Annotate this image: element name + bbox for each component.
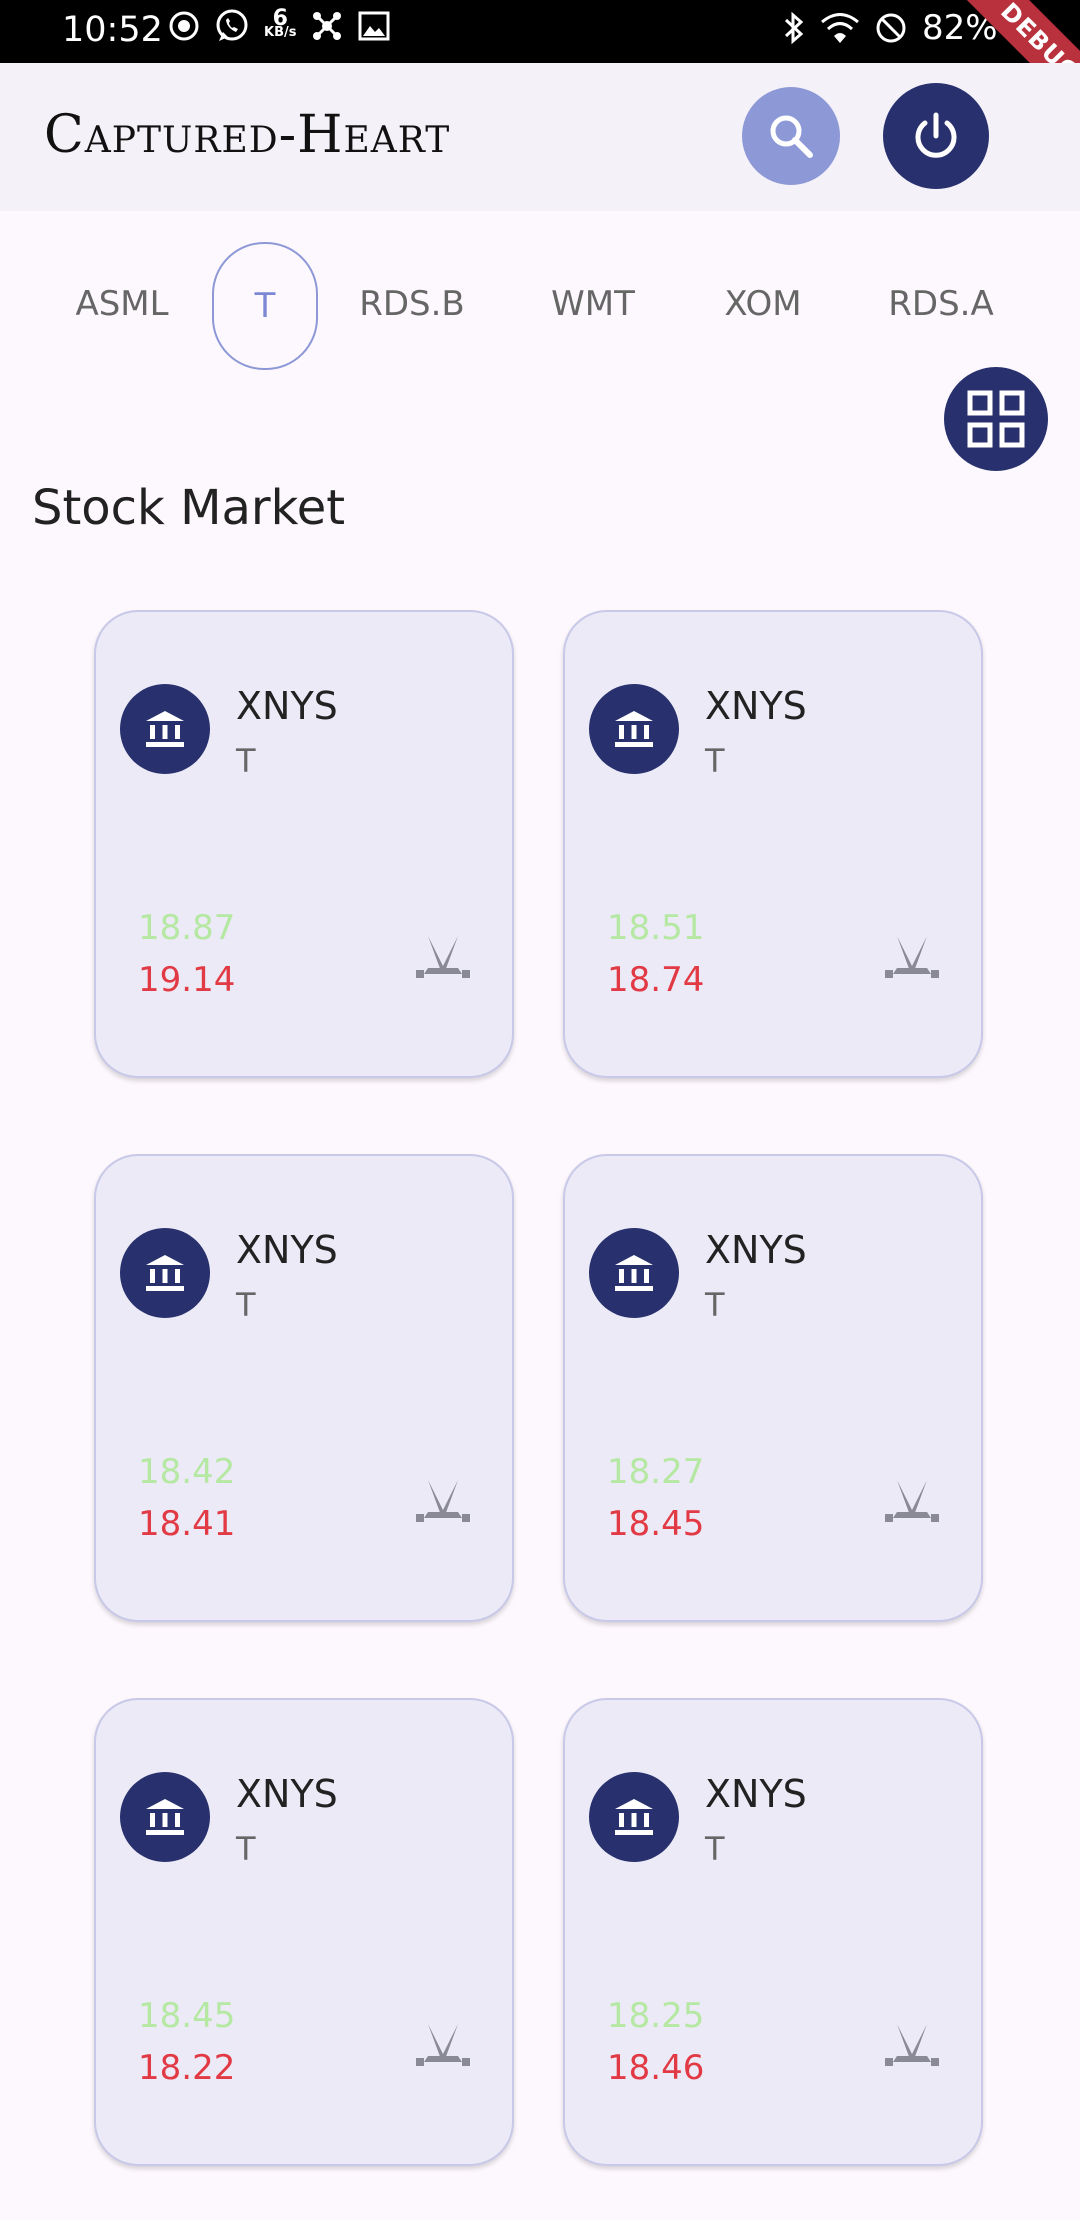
card-high-price: 18.42 — [138, 1452, 236, 1492]
speed-unit: KB/s — [264, 25, 297, 40]
card-exchange: XNYS — [705, 1228, 807, 1272]
card-high-price: 18.45 — [138, 1996, 236, 2036]
card-symbol: T — [705, 1830, 725, 1868]
grid-view-button[interactable] — [944, 367, 1048, 471]
card-exchange: XNYS — [705, 684, 807, 728]
card-symbol: T — [705, 1286, 725, 1324]
tab-xom[interactable]: XOM — [706, 242, 820, 366]
card-exchange: XNYS — [236, 1228, 338, 1272]
hockey-sticks-icon — [416, 1480, 470, 1522]
tab-t[interactable]: T — [212, 242, 318, 370]
card-low-price: 18.45 — [607, 1504, 705, 1544]
speed-value: 6 — [272, 6, 288, 31]
hockey-sticks-icon — [885, 1480, 939, 1522]
bank-icon — [615, 1799, 653, 1835]
wifi-icon — [821, 13, 859, 43]
tab-rds-a[interactable]: RDS.A — [876, 242, 1006, 366]
tab-rds-b[interactable]: RDS.B — [352, 242, 472, 366]
card-low-price: 18.22 — [138, 2048, 236, 2088]
hub-icon — [313, 12, 342, 40]
stock-card[interactable]: XNYS T 18.45 18.22 — [94, 1698, 514, 2166]
status-bar: 10:52 6 KB/s 82% — [0, 0, 1080, 63]
bank-icon-avatar — [589, 1228, 679, 1318]
bank-icon — [615, 711, 653, 747]
card-low-price: 18.41 — [138, 1504, 236, 1544]
status-time: 10:52 — [62, 10, 163, 50]
hockey-sticks-icon — [885, 2024, 939, 2066]
card-high-price: 18.27 — [607, 1452, 705, 1492]
bank-icon — [146, 1799, 184, 1835]
stock-card[interactable]: XNYS T 18.51 18.74 — [563, 610, 983, 1078]
bank-icon-avatar — [120, 1228, 210, 1318]
hockey-sticks-icon — [416, 936, 470, 978]
bank-icon — [146, 1255, 184, 1291]
stock-card[interactable]: XNYS T 18.25 18.46 — [563, 1698, 983, 2166]
bank-icon — [615, 1255, 653, 1291]
card-symbol: T — [236, 1830, 256, 1868]
bank-icon-avatar — [120, 684, 210, 774]
stock-card[interactable]: XNYS T 18.42 18.41 — [94, 1154, 514, 1622]
card-high-price: 18.25 — [607, 1996, 705, 2036]
card-exchange: XNYS — [236, 684, 338, 728]
tab-wmt[interactable]: WMT — [534, 242, 652, 366]
whatsapp-icon — [216, 9, 248, 41]
grid-view-icon — [967, 390, 1025, 448]
bluetooth-icon — [784, 11, 804, 45]
bank-icon-avatar — [589, 1772, 679, 1862]
search-icon — [770, 115, 813, 158]
search-button[interactable] — [742, 87, 840, 185]
card-low-price: 19.14 — [138, 960, 236, 1000]
bank-icon — [146, 711, 184, 747]
symbol-tabs: ASML T RDS.B WMT XOM RDS.A — [0, 242, 1080, 370]
image-icon — [358, 11, 390, 41]
card-exchange: XNYS — [236, 1772, 338, 1816]
card-high-price: 18.51 — [607, 908, 705, 948]
card-low-price: 18.46 — [607, 2048, 705, 2088]
hockey-sticks-icon — [416, 2024, 470, 2066]
stock-card[interactable]: XNYS T 18.27 18.45 — [563, 1154, 983, 1622]
play-icon — [169, 11, 199, 41]
bank-icon-avatar — [120, 1772, 210, 1862]
power-icon — [915, 112, 957, 158]
card-symbol: T — [705, 742, 725, 780]
tab-asml[interactable]: ASML — [58, 242, 186, 366]
power-button[interactable] — [883, 83, 989, 189]
hockey-sticks-icon — [885, 936, 939, 978]
card-high-price: 18.87 — [138, 908, 236, 948]
card-low-price: 18.74 — [607, 960, 705, 1000]
card-symbol: T — [236, 742, 256, 780]
bank-icon-avatar — [589, 684, 679, 774]
do-not-disturb-icon — [876, 13, 906, 43]
card-symbol: T — [236, 1286, 256, 1324]
card-exchange: XNYS — [705, 1772, 807, 1816]
section-title: Stock Market — [32, 480, 346, 536]
network-speed-icon: 6 KB/s — [264, 6, 297, 40]
app-bar: Captured-Heart — [0, 63, 1080, 211]
stock-card[interactable]: XNYS T 18.87 19.14 — [94, 610, 514, 1078]
app-title: Captured-Heart — [44, 105, 451, 165]
